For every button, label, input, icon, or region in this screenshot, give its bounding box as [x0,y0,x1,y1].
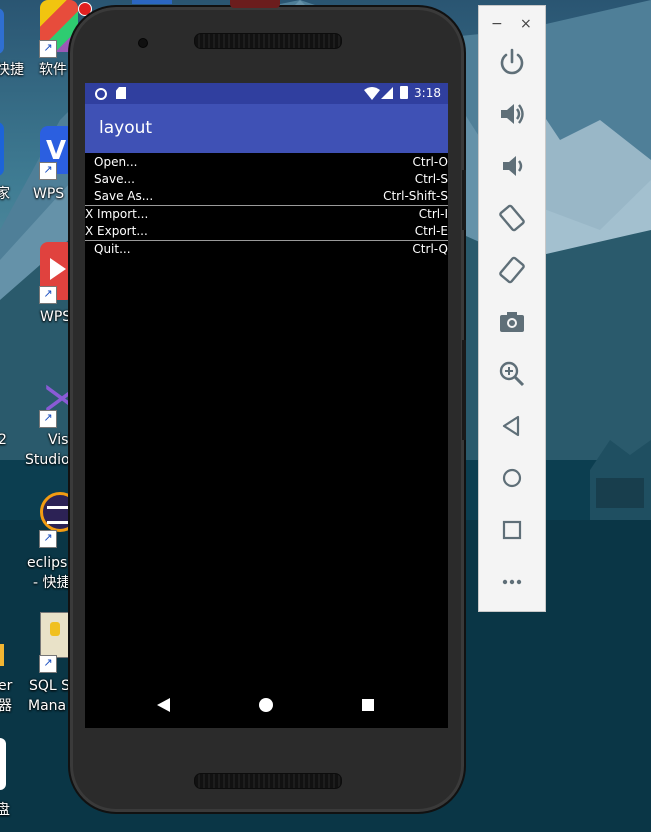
desktop-label: SQL S [29,678,71,694]
close-button[interactable]: × [520,16,532,32]
volume-down-icon[interactable] [496,150,528,182]
phone-volume-button[interactable] [462,340,466,440]
menu-item-open[interactable]: Open... Ctrl-O [85,154,448,171]
menu-item-shortcut: Ctrl-I [418,207,448,221]
menu-item-shortcut: Ctrl-S [414,172,448,186]
phone-top-accessory [230,0,280,8]
battery-icon [400,86,408,99]
desktop-label: Mana [28,698,67,714]
shortcut-arrow-icon: ↗ [39,162,57,180]
menu-item-save[interactable]: Save... Ctrl-S [85,171,448,188]
desktop-label: 盘 [0,802,10,818]
desktop-label: Vis [48,432,69,448]
status-bar: 3:18 [85,83,448,104]
volume-up-icon[interactable] [496,98,528,130]
notification-circle-icon [95,88,107,100]
front-camera [138,38,148,48]
database-icon [50,622,60,636]
wifi-icon [364,87,380,100]
power-icon[interactable] [496,46,528,78]
desktop-label: er [0,678,13,694]
app-tile-white[interactable] [0,738,6,790]
app-tile-2[interactable] [0,122,4,176]
play-icon [50,258,66,280]
shortcut-arrow-icon: ↗ [39,40,57,58]
top-speaker [194,33,342,49]
phone-power-button[interactable] [462,170,466,230]
desktop-label: 软件 [39,62,67,78]
signal-icon [381,87,393,99]
phone-top-accessory-2 [132,0,172,4]
desktop-label: WPS [40,309,72,325]
menu-item-quit[interactable]: Quit... Ctrl-Q [85,241,448,258]
nav-overview-icon[interactable] [362,699,374,711]
sd-card-icon [116,87,126,99]
shortcut-arrow-icon: ↗ [39,655,57,673]
menu-item-label: Save... [94,172,135,186]
desktop-label: 器 [0,698,12,714]
home-icon[interactable] [496,462,528,494]
navigation-bar [85,683,448,728]
status-time: 3:18 [414,86,441,100]
folder-icon[interactable] [0,644,4,666]
menu-list: Open... Ctrl-O Save... Ctrl-S Save As...… [85,153,448,258]
menu-item-shortcut: Ctrl-E [414,224,448,238]
rotate-left-icon[interactable] [496,202,528,234]
desktop-label: 家 [0,186,10,202]
nav-home-icon[interactable] [259,698,273,712]
menu-item-label: Open... [94,155,138,169]
shortcut-arrow-icon: ↗ [39,410,57,428]
desktop-label: eclips [27,555,68,571]
menu-item-label: Quit... [94,242,131,256]
desktop-label: Studio [25,452,70,468]
minimize-button[interactable]: − [491,16,503,32]
rotate-right-icon[interactable] [496,254,528,286]
app-bar: layout [85,104,448,153]
menu-item-label: Save As... [94,189,154,203]
zoom-icon[interactable] [496,358,528,390]
desktop-label: WPS [33,186,65,202]
shortcut-arrow-icon: ↗ [39,286,57,304]
menu-item-label: X Export... [85,224,148,238]
app-title: layout [99,118,153,138]
menu-item-export[interactable]: X Export... Ctrl-E [85,223,448,240]
menu-item-shortcut: Ctrl-Shift-S [383,189,448,203]
more-icon[interactable] [496,566,528,598]
menu-item-import[interactable]: X Import... Ctrl-I [85,206,448,223]
desktop-label: 快捷 [0,62,24,78]
menu-item-label: X Import... [85,207,149,221]
overview-icon[interactable] [496,514,528,546]
shortcut-arrow-icon: ↗ [39,530,57,548]
emulator-toolbar: − × [478,5,546,612]
bottom-speaker [194,773,342,789]
nav-back-icon[interactable] [157,698,170,712]
back-icon[interactable] [496,410,528,442]
menu-item-shortcut: Ctrl-Q [412,242,448,256]
device-screen: 3:18 layout Open... Ctrl-O Save... Ctrl-… [85,83,448,728]
menu-item-shortcut: Ctrl-O [412,155,448,169]
desktop-label: - 快捷 [33,575,71,591]
camera-icon[interactable] [496,306,528,338]
desktop-label-partial: 2 [0,432,7,448]
app-tile-1[interactable] [0,8,4,54]
menu-item-save-as[interactable]: Save As... Ctrl-Shift-S [85,188,448,205]
